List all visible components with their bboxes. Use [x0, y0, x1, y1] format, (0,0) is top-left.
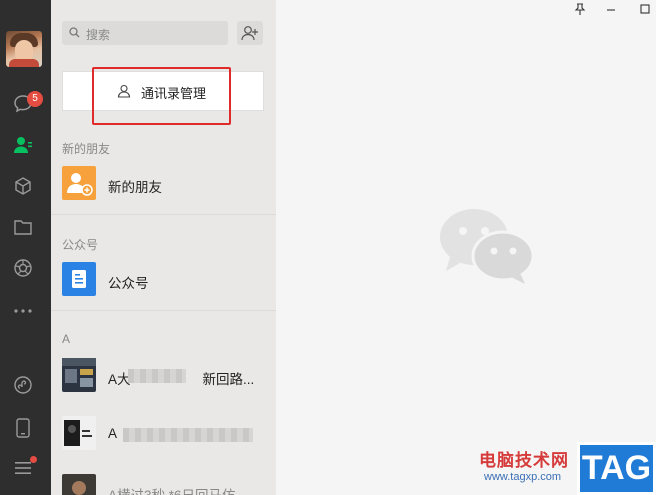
add-user-icon [241, 26, 258, 41]
section-header-new-friends: 新的朋友 [62, 142, 111, 156]
list-item[interactable]: A [51, 410, 276, 458]
highlight-box [92, 67, 231, 125]
section-header-official-accounts: 公众号 [62, 238, 99, 252]
section-header-a: A [62, 332, 71, 346]
list-item-name: A横过3秒 *6日回马仿 [108, 484, 236, 495]
add-contact-button[interactable] [237, 21, 263, 45]
moments-icon[interactable] [11, 256, 35, 280]
pin-icon[interactable] [573, 2, 587, 16]
watermark-url: www.tagxp.com [484, 471, 562, 483]
official-account-icon [62, 262, 96, 296]
redaction [123, 428, 253, 442]
files-icon[interactable] [11, 215, 35, 239]
contact-avatar [62, 358, 96, 392]
search-placeholder: 搜索 [86, 28, 111, 42]
new-friend-icon [62, 166, 96, 200]
notification-dot [30, 456, 37, 463]
avatar[interactable] [6, 31, 42, 67]
list-item-name: 新的朋友 [108, 180, 162, 195]
redaction [128, 369, 186, 383]
contacts-icon[interactable] [11, 133, 35, 157]
list-item-new-friends[interactable]: 新的朋友 [51, 160, 276, 208]
wechat-logo-icon [440, 209, 535, 284]
favorites-icon[interactable] [11, 174, 35, 198]
minimize-button[interactable] [604, 2, 618, 16]
search-input[interactable]: 搜索 [62, 21, 228, 45]
sidebar: 5 [0, 0, 51, 495]
contact-avatar [62, 474, 96, 495]
more-icon[interactable] [11, 299, 35, 323]
list-item[interactable]: A横过3秒 *6日回马仿 [51, 468, 276, 495]
list-item-official-accounts[interactable]: 公众号 [51, 256, 276, 304]
list-item-name: A [108, 426, 118, 441]
contact-avatar [62, 416, 96, 450]
unread-badge: 5 [27, 91, 43, 107]
phone-icon[interactable] [11, 416, 35, 440]
watermark-tag-logo: TAG [577, 442, 656, 495]
search-icon [69, 27, 80, 38]
list-item-name: 公众号 [108, 276, 149, 291]
maximize-button[interactable] [638, 2, 652, 16]
watermark-site-name: 电脑技术网 [479, 451, 569, 470]
list-item[interactable]: A大 新回路... [51, 352, 276, 400]
divider [51, 310, 276, 311]
divider [51, 214, 276, 215]
miniprogram-icon[interactable] [11, 373, 35, 397]
